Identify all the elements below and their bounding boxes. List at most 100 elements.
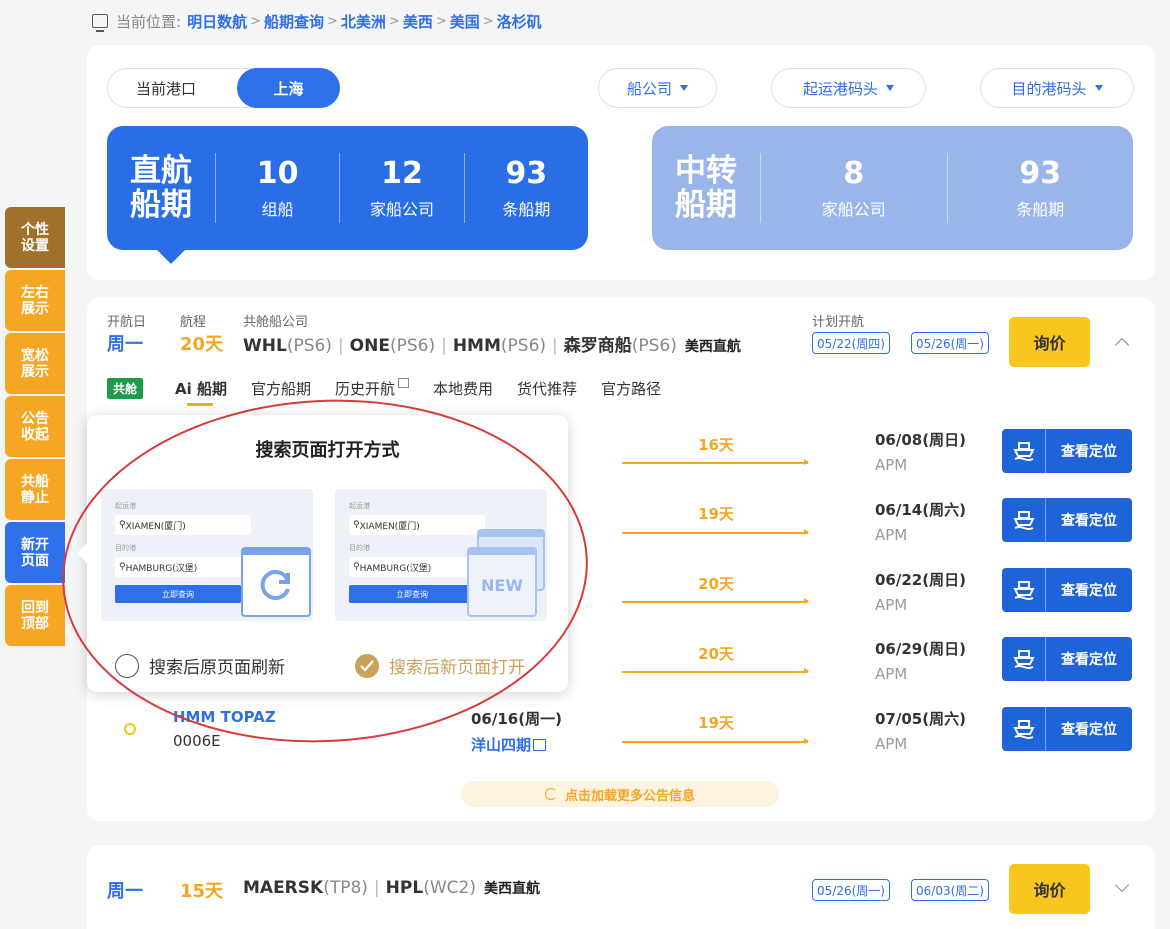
refresh-window-icon xyxy=(241,547,311,617)
stat-schedules: 93 条船期 xyxy=(463,153,588,223)
carrier-separator: | xyxy=(337,336,344,356)
calendar-icon xyxy=(533,739,547,751)
locate-button[interactable]: 查看定位 xyxy=(1002,429,1132,473)
sidebar-item-label: 宽松展示 xyxy=(21,347,49,380)
dropdown-caret-icon xyxy=(1094,85,1103,91)
quote-button[interactable]: 询价 xyxy=(1009,864,1090,914)
origin-terminal-dropdown[interactable]: 起运港码头 xyxy=(771,68,926,108)
tab-history[interactable]: 历史开航 xyxy=(335,377,410,399)
option-refresh-preview[interactable]: 起运港 ⚲ XIAMEN(厦门) 目的港 ⚲ HAMBURG(汉堡) 立即查询 xyxy=(101,489,313,621)
carrier-name: HMM xyxy=(452,336,501,356)
radio-label: 搜索后新页面打开 xyxy=(389,658,525,678)
carrier-name: HPL xyxy=(385,878,424,898)
selected-port-button[interactable]: 上海 xyxy=(237,68,340,108)
direct-schedule-card[interactable]: 直航 船期 10 组船 12 家船公司 93 条船期 xyxy=(107,126,588,264)
locate-button[interactable]: 查看定位 xyxy=(1002,568,1132,612)
sidebar-collapse-notices[interactable]: 公告收起 xyxy=(5,396,65,457)
sidebar-new-page[interactable]: 新开页面 xyxy=(5,522,65,583)
breadcrumb-item[interactable]: 船期查询 xyxy=(264,11,324,32)
carrier-separator: | xyxy=(373,878,380,898)
radio-unchecked-icon xyxy=(115,653,139,678)
tab-forwarder[interactable]: 货代推荐 xyxy=(517,378,577,399)
planned-date[interactable]: 05/26(周一) xyxy=(911,332,989,354)
sidebar-item-label: 新开页面 xyxy=(21,536,49,569)
arrival-date: 06/22(周日) xyxy=(875,571,966,589)
locate-button-label: 查看定位 xyxy=(1061,652,1117,668)
mock-search-label: 立即查询 xyxy=(396,589,428,599)
sidebar-back-to-top[interactable]: 回到顶部 xyxy=(5,585,65,646)
sidebar-loose-display[interactable]: 宽松展示 xyxy=(5,333,65,394)
carrier-dropdown[interactable]: 船公司 xyxy=(598,68,717,108)
planned-date[interactable]: 05/26(周一) xyxy=(812,879,890,901)
transit-arrow xyxy=(622,598,809,604)
new-window-icon: NEW xyxy=(467,547,537,617)
mock-search-button: 立即查询 xyxy=(349,585,475,603)
open-mode-popup: 搜索页面打开方式 起运港 ⚲ XIAMEN(厦门) 目的港 ⚲ HAMBURG(… xyxy=(77,415,568,692)
mock-dest-field: ⚲ HAMBURG(汉堡) xyxy=(349,557,485,577)
breadcrumb-sep: > xyxy=(327,13,338,29)
row-transit-days: 20天 xyxy=(698,575,734,593)
mock-origin: XIAMEN(厦门) xyxy=(125,521,186,532)
mock-origin-field: ⚲ XIAMEN(厦门) xyxy=(349,515,485,535)
stat-number: 93 xyxy=(1019,156,1062,191)
popup-title: 搜索页面打开方式 xyxy=(255,440,400,461)
sidebar-shared-static[interactable]: 共船静止 xyxy=(5,459,65,520)
tab-local-fees[interactable]: 本地费用 xyxy=(433,378,493,399)
origin-terminal-dropdown-label: 起运港码头 xyxy=(802,79,878,98)
sidebar-side-by-side[interactable]: 左右展示 xyxy=(5,270,65,331)
sidebar-personal-settings[interactable]: 个性设置 xyxy=(5,207,65,268)
tab-official-route[interactable]: 官方路径 xyxy=(601,378,661,399)
row-transit-days: 16天 xyxy=(698,436,734,454)
breadcrumb-item[interactable]: 洛杉矶 xyxy=(497,11,542,32)
dropdown-caret-icon xyxy=(886,85,894,91)
load-more-button[interactable]: 点击加载更多公告信息 xyxy=(461,781,779,807)
locate-button[interactable]: 查看定位 xyxy=(1002,707,1132,751)
ship-icon xyxy=(1002,429,1046,473)
breadcrumb-item[interactable]: 美国 xyxy=(450,11,480,32)
new-badge: NEW xyxy=(481,575,523,595)
carrier-service: (PS6) xyxy=(500,336,547,356)
breadcrumb-sep: > xyxy=(435,13,447,29)
planned-date[interactable]: 05/22(周四) xyxy=(812,332,890,354)
departure-terminal[interactable]: 洋山四期 xyxy=(471,734,547,755)
mock-label: 目的港 xyxy=(349,544,370,552)
terminal-operator: APM xyxy=(875,665,908,683)
stat-label: 家船公司 xyxy=(369,200,434,219)
quote-button[interactable]: 询价 xyxy=(1009,317,1090,367)
row-transit-days: 19天 xyxy=(698,714,734,732)
breadcrumb-item[interactable]: 明日数航 xyxy=(187,11,247,32)
current-port-label: 当前港口 xyxy=(136,79,197,98)
radio-open-new-page[interactable]: 搜索后新页面打开 xyxy=(355,653,525,678)
pin-icon: ⚲ xyxy=(119,562,126,572)
stat-label: 条船期 xyxy=(502,200,551,219)
breadcrumb-sep: > xyxy=(388,13,400,29)
sidebar-item-label: 共船静止 xyxy=(21,473,49,506)
breadcrumb-item[interactable]: 北美洲 xyxy=(341,11,386,32)
stat-title-line: 船期 xyxy=(675,187,737,223)
carrier-separator: | xyxy=(441,336,447,356)
breadcrumb-item[interactable]: 美西 xyxy=(403,11,433,32)
stat-number: 10 xyxy=(256,156,299,191)
sidebar-item-label: 回到顶部 xyxy=(21,599,49,632)
vessel-name[interactable]: HMM TOPAZ xyxy=(173,708,276,726)
route-tag: 美西直航 xyxy=(684,339,741,355)
planned-date[interactable]: 06/03(周二) xyxy=(911,879,989,901)
location-panel-icon xyxy=(92,14,108,32)
radio-refresh-original[interactable]: 搜索后原页面刷新 xyxy=(115,653,285,678)
dest-terminal-dropdown[interactable]: 目的港码头 xyxy=(980,68,1134,108)
transfer-schedule-title: 中转 船期 xyxy=(652,154,760,222)
terminal-operator: APM xyxy=(875,735,908,753)
option-new-page-preview[interactable]: 起运港 ⚲ XIAMEN(厦门) 目的港 ⚲ HAMBURG(汉堡) 立即查询 … xyxy=(335,489,547,621)
stat-schedules: 93 条船期 xyxy=(946,153,1134,223)
arrival-date: 06/29(周日) xyxy=(875,640,966,658)
tab-official-schedule[interactable]: 官方船期 xyxy=(251,378,311,399)
arrival-date: 07/05(周六) xyxy=(875,710,966,728)
departure-date: 06/16(周一) xyxy=(471,710,562,728)
transfer-schedule-card[interactable]: 中转 船期 8 家船公司 93 条船期 xyxy=(652,126,1133,250)
locate-button[interactable]: 查看定位 xyxy=(1002,637,1132,681)
terminal-operator: APM xyxy=(875,596,908,614)
tab-ai-schedule[interactable]: Ai 船期 xyxy=(175,378,227,406)
transit-arrow xyxy=(622,529,809,535)
locate-button[interactable]: 查看定位 xyxy=(1002,498,1132,542)
transit-days: 15天 xyxy=(180,881,224,902)
